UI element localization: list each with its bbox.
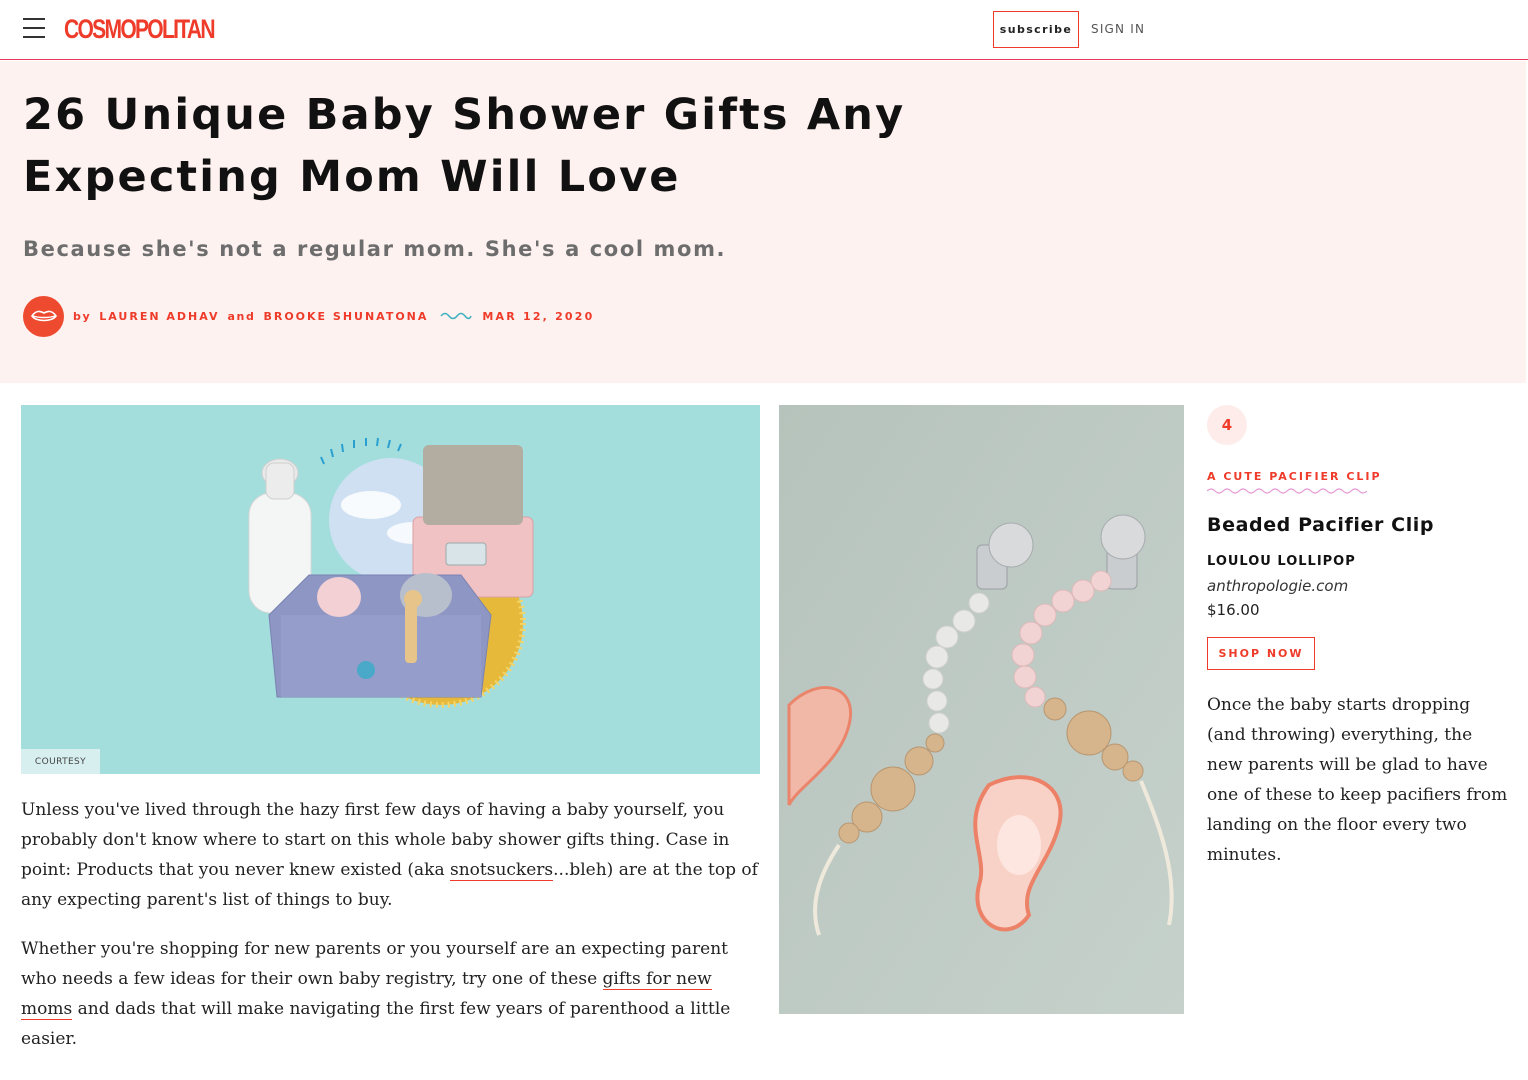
article-body: Unless you've lived through the hazy fir… (21, 795, 766, 1073)
snotsuckers-link[interactable]: snotsuckers (449, 860, 554, 881)
page-title: 26 Unique Baby Shower Gifts Any Expectin… (23, 90, 906, 202)
item-number-badge: 4 (1207, 405, 1247, 445)
body-paragraph-2: Whether you're shopping for new parents … (21, 939, 731, 1049)
wave-divider-icon (440, 311, 473, 321)
product-retailer: anthropologie.com (1207, 577, 1349, 595)
product-description: Once the baby starts dropping (and throw… (1207, 695, 1508, 865)
publish-date: MAR 12, 2020 (482, 309, 595, 323)
author-link-2[interactable]: BROOKE SHUNATONA (263, 310, 428, 323)
subscribe-button[interactable]: subscribe (993, 11, 1079, 48)
top-nav: COSMOPOLITAN subscribe SIGN IN (0, 0, 1528, 60)
byline-and: and (227, 309, 256, 323)
product-brand: LOULOU LOLLIPOP (1207, 554, 1356, 569)
image-credit: COURTESY (21, 749, 100, 774)
product-price: $16.00 (1207, 601, 1260, 619)
pacifier-clips-photo (779, 405, 1184, 1014)
byline: by LAUREN ADHAV and BROOKE SHUNATONA MAR… (23, 295, 595, 337)
byline-by: by (73, 309, 92, 323)
product-image[interactable] (779, 405, 1184, 1014)
hamburger-menu-icon[interactable] (23, 18, 45, 38)
sign-in-link[interactable]: SIGN IN (1091, 20, 1145, 38)
lead-image: COURTESY (21, 405, 760, 774)
author-link-1[interactable]: LAUREN ADHAV (99, 310, 219, 323)
product-name: Beaded Pacifier Clip (1207, 514, 1435, 536)
shop-now-button[interactable]: SHOP NOW (1207, 637, 1315, 670)
lips-icon (23, 295, 64, 337)
baby-gifts-collage-image (248, 437, 534, 708)
article-dek: Because she's not a regular mom. She's a… (23, 237, 727, 261)
site-logo[interactable]: COSMOPOLITAN (64, 13, 216, 45)
wave-underline-icon (1207, 488, 1367, 494)
article-header: 26 Unique Baby Shower Gifts Any Expectin… (0, 61, 1526, 383)
body-paragraph-1: Unless you've lived through the hazy fir… (21, 800, 758, 910)
product-kicker: A CUTE PACIFIER CLIP (1207, 470, 1382, 483)
